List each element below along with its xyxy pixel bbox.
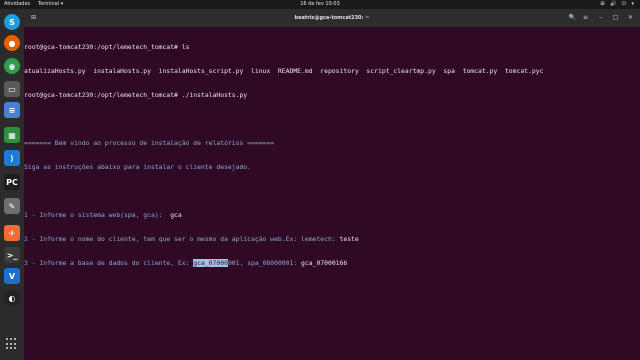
dock: S ● ◉ ▭ ≡ ▦ ⟩ PC ✎ ✈ >_ V ◐ (0, 9, 24, 360)
user-input: gca (162, 211, 182, 219)
vscode-icon[interactable]: ⟩ (4, 150, 20, 166)
hamburger-menu-icon[interactable]: ≡ (580, 12, 591, 23)
skype-icon[interactable]: S (4, 14, 20, 30)
title-bar: ⊞ beatriz@gca-tomcat230: ~ 🔍 ≡ – □ ✕ (24, 9, 640, 27)
terminal-window: ⊞ beatriz@gca-tomcat230: ~ 🔍 ≡ – □ ✕ roo… (24, 9, 640, 360)
prompt-text: 1 - Informe o sistema web(spa, gca): (24, 211, 163, 219)
maximize-button[interactable]: □ (610, 12, 621, 23)
spreadsheet-icon[interactable]: ▦ (4, 127, 20, 143)
terminal-line: Siga as instruções abaixo para instalar … (24, 163, 252, 171)
firefox-icon[interactable]: ● (4, 35, 20, 51)
terminal-output[interactable]: root@gca-tomcat230:/opt/lemetech_tomcat#… (24, 27, 640, 283)
prompt-text: 001, spa_08000001: (227, 259, 298, 267)
close-button[interactable]: ✕ (625, 12, 636, 23)
terminal-line: 3 - Informe a base de dados do cliente, … (24, 259, 640, 267)
terminal-line: 2 - Informe o nome do cliente, tem que s… (24, 235, 640, 243)
terminal-line: atualizaHosts.py instalaHosts.py instala… (24, 67, 544, 75)
pycharm-icon[interactable]: PC (4, 174, 20, 190)
text-selection[interactable]: gca_07000 (193, 259, 228, 267)
window-title: beatriz@gca-tomcat230: ~ (294, 15, 370, 21)
user-input: teste (335, 235, 359, 243)
terminal-line: root@gca-tomcat230:/opt/lemetech_tomcat#… (24, 91, 248, 99)
clock[interactable]: 16 de fev 10:03 (0, 0, 640, 9)
postman-icon[interactable]: ✈ (4, 225, 20, 241)
show-apps-icon[interactable] (6, 338, 18, 350)
chrome-icon[interactable]: ◉ (4, 58, 20, 74)
text-editor-icon[interactable]: ≡ (4, 102, 20, 118)
gimp-icon[interactable]: ✎ (4, 198, 20, 214)
terminal-line: ======= Bem vindo ao processo de instala… (24, 139, 275, 147)
prompt-text: 2 - Informe o nome do cliente, tem que s… (24, 235, 336, 243)
system-tray[interactable]: ⊞ 🔊 ⏻ ▾ (600, 0, 636, 9)
prompt-text: 3 - Informe a base de dados do cliente, … (24, 259, 194, 267)
obs-icon[interactable]: ◐ (4, 290, 20, 306)
search-icon[interactable]: 🔍 (567, 12, 578, 23)
terminal-line: root@gca-tomcat230:/opt/lemetech_tomcat#… (24, 43, 190, 51)
minimize-button[interactable]: – (595, 12, 606, 23)
terminal-icon[interactable]: >_ (4, 247, 20, 263)
terminal-line: 1 - Informe o sistema web(spa, gca): gca (24, 211, 640, 219)
files-icon[interactable]: ▭ (4, 81, 20, 97)
user-input: gca_07000166 (297, 259, 348, 267)
top-bar: Atividades Terminal ▾ 16 de fev 10:03 ⊞ … (0, 0, 640, 9)
vagrant-icon[interactable]: V (4, 268, 20, 284)
